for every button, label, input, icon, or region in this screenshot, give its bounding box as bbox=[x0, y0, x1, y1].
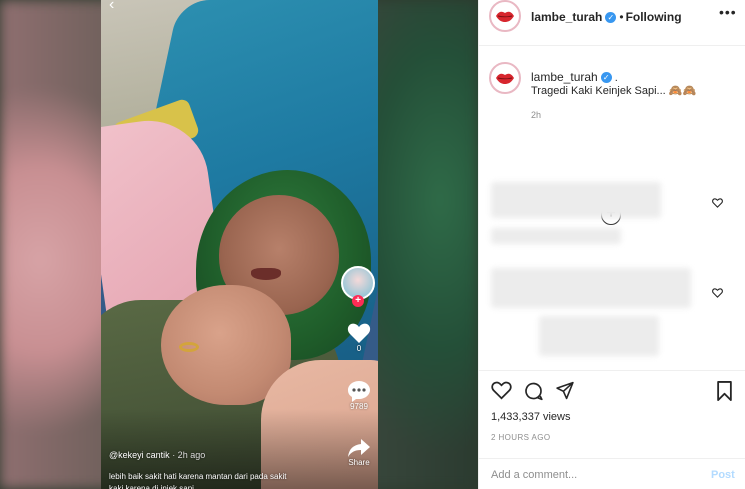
tiktok-video[interactable]: ‹ + 0 9789 Share @kekeyi cantik · 2h ago bbox=[101, 0, 378, 489]
comment-bubble-icon bbox=[348, 381, 370, 402]
tiktok-time: · 2h ago bbox=[172, 450, 206, 460]
save-bookmark-icon[interactable] bbox=[716, 381, 733, 401]
following-button[interactable]: Following bbox=[626, 10, 682, 24]
tiktok-like-button[interactable]: 0 bbox=[341, 322, 377, 353]
tiktok-comment-button[interactable]: 9789 bbox=[341, 380, 377, 411]
comment-like-heart-icon[interactable] bbox=[712, 198, 723, 208]
comment-icon[interactable] bbox=[523, 381, 544, 401]
caption-time: 2h bbox=[531, 110, 542, 120]
like-heart-icon[interactable] bbox=[491, 381, 512, 400]
comment-count: 9789 bbox=[350, 402, 368, 411]
post-header: lambe_turah ✓ • Following ••• bbox=[479, 0, 745, 46]
tiktok-username[interactable]: @kekeyi cantik bbox=[109, 450, 170, 460]
tiktok-share-button[interactable]: Share bbox=[341, 438, 377, 467]
post-media[interactable]: ‹ + 0 9789 Share @kekeyi cantik · 2h ago bbox=[0, 0, 478, 489]
like-count: 0 bbox=[356, 344, 362, 353]
follow-plus-icon[interactable]: + bbox=[352, 295, 364, 307]
header-username[interactable]: lambe_turah bbox=[531, 10, 602, 24]
share-direct-icon[interactable] bbox=[555, 381, 575, 400]
share-label: Share bbox=[348, 458, 370, 467]
post-timestamp[interactable]: 2 HOURS AGO bbox=[491, 433, 551, 442]
video-ring bbox=[179, 342, 199, 352]
tiktok-caption: lebih baik sakit hati karena mantan dari… bbox=[109, 472, 287, 489]
verified-badge-icon: ✓ bbox=[605, 12, 617, 23]
share-arrow-icon bbox=[348, 439, 370, 457]
view-count[interactable]: 1,433,337 views bbox=[491, 411, 571, 423]
caption-avatar[interactable] bbox=[489, 62, 521, 94]
avatar[interactable] bbox=[489, 0, 521, 32]
separator-dot: • bbox=[619, 10, 624, 24]
caption-text: Tragedi Kaki Keinjek Sapi... 🙈🙈 bbox=[531, 85, 697, 97]
post-side-panel: lambe_turah ✓ • Following ••• lambe_turah ✓.… bbox=[478, 0, 745, 489]
post-actions: 1,433,337 views 2 HOURS AGO bbox=[479, 370, 745, 442]
more-options-icon[interactable]: ••• bbox=[719, 4, 737, 20]
blurred-comment bbox=[491, 182, 661, 218]
back-arrow-icon[interactable]: ‹ bbox=[109, 0, 114, 14]
post-comment-button[interactable]: Post bbox=[711, 469, 735, 481]
blurred-comment bbox=[539, 316, 659, 356]
blurred-comment bbox=[491, 228, 621, 244]
lips-logo-icon bbox=[493, 4, 517, 28]
caption-username[interactable]: lambe_turah bbox=[531, 70, 598, 84]
comment-like-heart-icon[interactable] bbox=[712, 288, 723, 298]
heart-icon bbox=[347, 323, 371, 343]
comment-input[interactable] bbox=[491, 466, 691, 484]
video-mouth bbox=[251, 268, 281, 280]
tiktok-username-line: @kekeyi cantik · 2h ago bbox=[109, 450, 205, 460]
add-comment-bar: Post bbox=[479, 458, 745, 489]
lips-logo-icon bbox=[493, 66, 517, 90]
caption-name-suffix: . bbox=[614, 72, 618, 84]
header-name-line: lambe_turah ✓ • Following bbox=[531, 8, 682, 26]
verified-badge-icon: ✓ bbox=[600, 72, 612, 83]
blurred-comment bbox=[491, 268, 691, 308]
